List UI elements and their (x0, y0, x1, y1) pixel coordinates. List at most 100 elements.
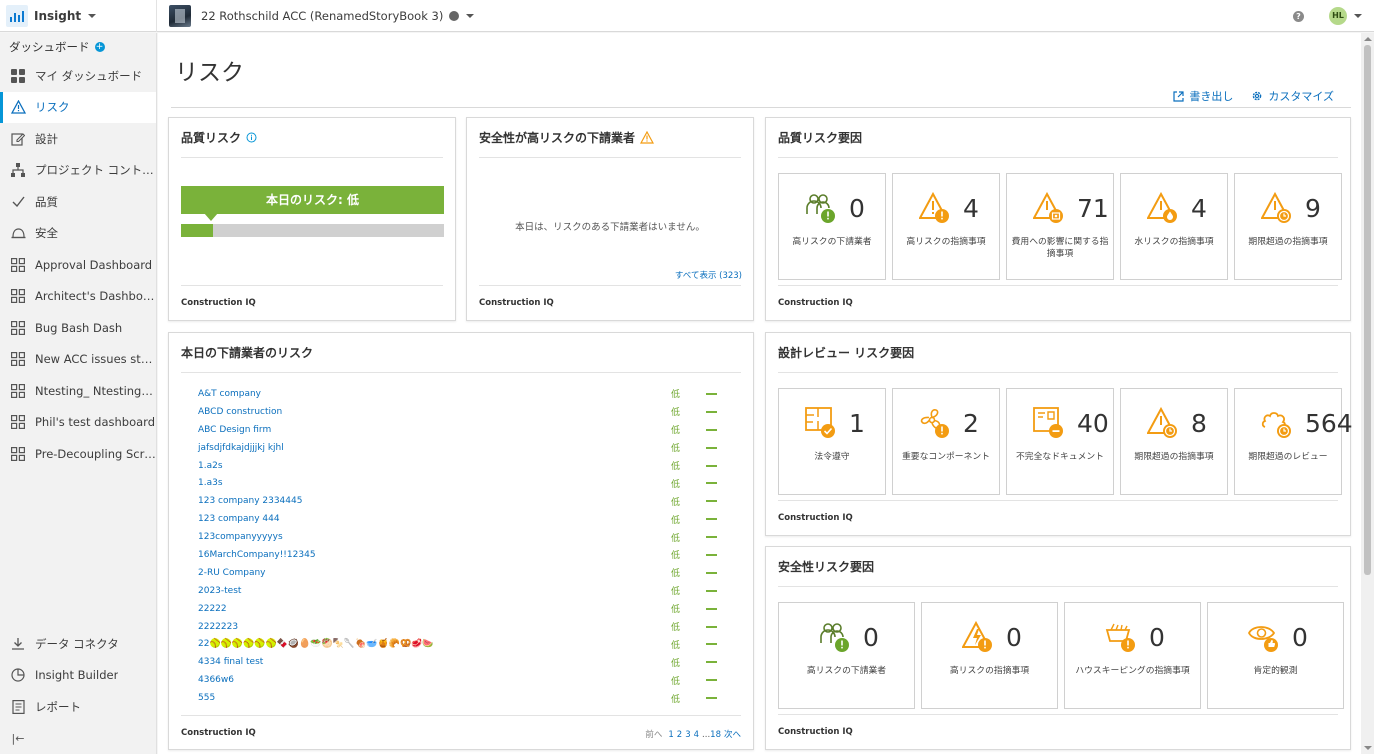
see-all-link[interactable]: すべて表示 (323) (675, 269, 742, 281)
subcontractor-link[interactable]: 22🥎🥎🥎🥎🥎🥎🍫🥥🥚🥗🥙🍢🥄🍖🥣🍯🥐🥨🥩🍉 (198, 639, 434, 649)
sidebar-item-warning-1[interactable]: リスク (0, 91, 156, 123)
subcontractor-link[interactable]: 22222 (198, 604, 227, 614)
sidebar-header: ダッシュボード + (0, 33, 156, 60)
risk-trend-indicator (706, 464, 717, 467)
risk-trend-indicator (706, 446, 717, 449)
sidebar-item-pie-1[interactable]: Insight Builder (0, 660, 156, 692)
sidebar-item-download-0[interactable]: データ コネクタ (0, 628, 156, 660)
card-footer: Construction IQ (778, 513, 853, 523)
help-icon[interactable]: ? (1293, 10, 1304, 22)
design-review-tile[interactable]: 1 法令遵守 (778, 388, 886, 495)
pager-page[interactable]: 3 (685, 730, 690, 740)
tile-value: 71 (1077, 194, 1109, 223)
sidebar-item-edit-2[interactable]: 設計 (0, 123, 156, 155)
pager-prev[interactable]: 前へ (645, 730, 662, 740)
safety-factors-tile[interactable]: 0 高リスクの下請業者 (778, 602, 915, 709)
safety-factors-tile[interactable]: 0 肯定的観測 (1207, 602, 1344, 709)
subcontractor-link[interactable]: 1.a2s (198, 461, 223, 471)
pager-last[interactable]: 18 (710, 730, 721, 740)
eye-thumb-icon (1247, 621, 1280, 656)
project-selector[interactable]: 22 Rothschild ACC (RenamedStoryBook 3) (169, 4, 475, 27)
subcontractor-link[interactable]: A&T company (198, 389, 261, 399)
quality-factors-tile[interactable]: 4 水リスクの指摘事項 (1120, 173, 1228, 280)
subcontractor-link[interactable]: 123 company 444 (198, 514, 280, 524)
design-review-tile[interactable]: 40 不完全なドキュメント (1006, 388, 1114, 495)
scroll-thumb[interactable] (1364, 45, 1371, 575)
card-footer: Construction IQ (778, 298, 853, 308)
pager-page[interactable]: 4 (694, 730, 699, 740)
risk-trend-indicator (706, 410, 717, 413)
sidebar-item-grid-outline-11[interactable]: Phil's test dashboard (0, 407, 156, 439)
sidebar-item-grid-outline-6[interactable]: Approval Dashboard (0, 249, 156, 281)
quality-factors-tile[interactable]: 9 期限超過の指摘事項 (1234, 173, 1342, 280)
design-review-tile[interactable]: 2 重要なコンポーネント (892, 388, 1000, 495)
risk-pointer (204, 213, 218, 221)
subcontractor-link[interactable]: ABC Design firm (198, 425, 271, 435)
sidebar-item-check-4[interactable]: 品質 (0, 186, 156, 218)
tile-label: 水リスクの指摘事項 (1134, 237, 1214, 247)
sidebar-item-grid-outline-8[interactable]: Bug Bash Dash (0, 312, 156, 344)
tile-value: 4 (1191, 194, 1207, 223)
design-review-tile[interactable]: 564 期限超過のレビュー (1234, 388, 1353, 495)
sidebar-item-grid-0[interactable]: マイ ダッシュボード (0, 60, 156, 92)
sidebar-item-label: 品質 (35, 194, 58, 209)
collapse-sidebar-button[interactable]: |← (0, 723, 156, 754)
tile-label: 期限超過のレビュー (1248, 452, 1328, 462)
add-dashboard-icon[interactable]: + (94, 41, 105, 52)
grid-icon (10, 68, 26, 84)
subcontractor-link[interactable]: 555 (198, 693, 215, 703)
export-button[interactable]: 書き出し (1173, 88, 1233, 104)
scroll-up-icon[interactable] (1364, 37, 1372, 41)
subcontractor-link[interactable]: 1.a3s (198, 478, 223, 488)
tile-label: 期限超過の指摘事項 (1134, 452, 1214, 462)
sidebar-item-hierarchy-3[interactable]: プロジェクト コントロ... (0, 155, 156, 187)
check-icon (10, 194, 26, 210)
sidebar-item-hardhat-5[interactable]: 安全 (0, 218, 156, 250)
subcontractor-link[interactable]: 4334 final test (198, 657, 263, 667)
list-item: 123 company 444 低 (198, 510, 728, 528)
sidebar-item-grid-outline-7[interactable]: Architect's Dashboard (0, 281, 156, 313)
chevron-down-icon (466, 13, 475, 18)
grid-outline-icon (10, 257, 26, 273)
pager-page[interactable]: 2 (677, 730, 682, 740)
design-review-tile[interactable]: 8 期限超過の指摘事項 (1120, 388, 1228, 495)
quality-factors-tile[interactable]: 71 費用への影響に関する指摘事項 (1006, 173, 1114, 280)
subcontractor-link[interactable]: jafsdjfdkajdjjjkj kjhl (198, 443, 284, 453)
info-icon[interactable] (246, 132, 257, 143)
safety-factors-tile[interactable]: 0 高リスクの指摘事項 (921, 602, 1058, 709)
subcontractor-link[interactable]: 123 company 2334445 (198, 496, 302, 506)
sidebar-item-grid-outline-10[interactable]: Ntesting_ Ntesting_ N... (0, 375, 156, 407)
quality-factors-tile[interactable]: 0 高リスクの下請業者 (778, 173, 886, 280)
subcontractor-link[interactable]: 2-RU Company (198, 568, 266, 578)
risk-level-label: 低 (671, 497, 681, 508)
page-scrollbar[interactable] (1361, 33, 1374, 754)
sidebar-item-grid-outline-9[interactable]: New ACC issues status... (0, 344, 156, 376)
subcontractor-link[interactable]: ABCD construction (198, 407, 282, 417)
chevron-down-icon[interactable] (1354, 14, 1362, 18)
gear-icon (1253, 91, 1262, 101)
project-thumbnail (169, 4, 191, 27)
risk-level-label: 低 (671, 569, 681, 580)
user-avatar[interactable]: HL (1329, 7, 1347, 25)
pager-page[interactable]: 1 (668, 730, 673, 740)
subcontractor-link[interactable]: 2222223 (198, 622, 238, 632)
tile-value: 0 (1149, 623, 1165, 652)
grid-outline-icon (10, 414, 26, 430)
subcontractor-link[interactable]: 16MarchCompany!!12345 (198, 550, 316, 560)
sidebar-item-grid-outline-12[interactable]: Pre-Decoupling Script ... (0, 438, 156, 470)
export-icon (1173, 90, 1184, 102)
safety-factors-tile[interactable]: 0 ハウスキーピングの指摘事項 (1064, 602, 1201, 709)
app-switcher[interactable]: Insight (0, 0, 157, 32)
customize-button[interactable]: カスタマイズ (1251, 88, 1334, 104)
page-title: リスク (175, 60, 244, 86)
grid-outline-icon (10, 446, 26, 462)
pager-next[interactable]: 次へ (724, 730, 741, 740)
subcontractor-link[interactable]: 4366w6 (198, 675, 234, 685)
sidebar-item-report-2[interactable]: レポート (0, 691, 156, 723)
quality-factors-tile[interactable]: 4 高リスクの指摘事項 (892, 173, 1000, 280)
subcontractor-link[interactable]: 123companyyyyys (198, 532, 283, 542)
subcontractor-link[interactable]: 2023-test (198, 586, 241, 596)
tile-label: 高リスクの下請業者 (792, 237, 872, 247)
scroll-down-icon[interactable] (1364, 746, 1372, 750)
project-name: 22 Rothschild ACC (RenamedStoryBook 3) (201, 8, 444, 23)
